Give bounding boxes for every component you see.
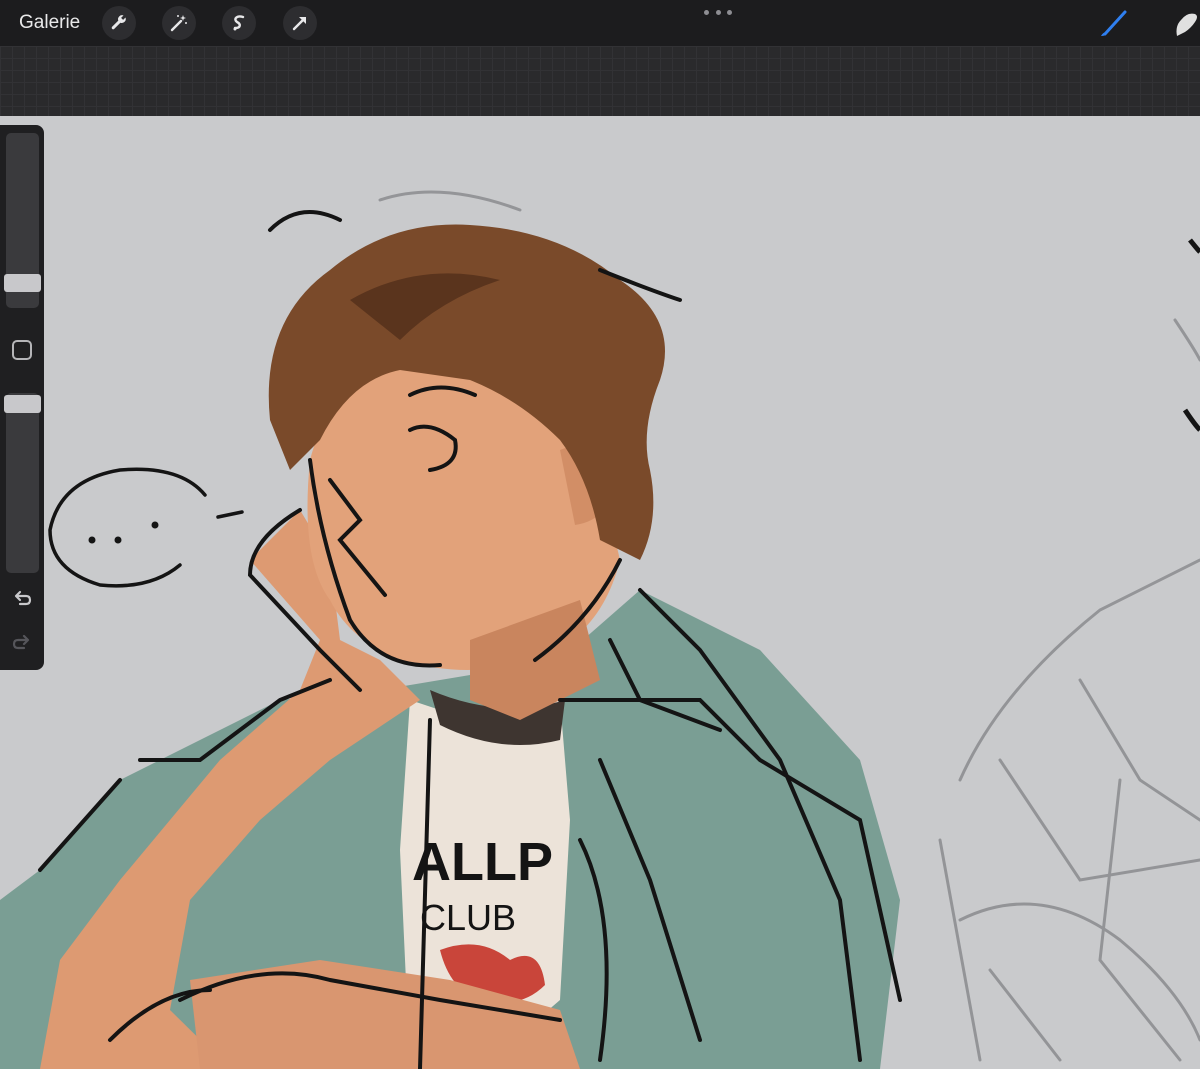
square-modifier-icon[interactable] bbox=[12, 340, 32, 360]
side-toolbar bbox=[0, 125, 44, 670]
smudge-icon[interactable] bbox=[1165, 6, 1200, 40]
gallery-button[interactable]: Galerie bbox=[19, 12, 80, 34]
drawing-canvas[interactable]: ALLP CLUB bbox=[0, 116, 1200, 1069]
speech-dot bbox=[114, 536, 122, 544]
top-toolbar: Galerie bbox=[0, 0, 1200, 46]
shirt-text-bottom: CLUB bbox=[420, 897, 516, 938]
speech-dot bbox=[88, 536, 96, 544]
undo-icon[interactable] bbox=[11, 587, 33, 609]
magic-wand-icon[interactable] bbox=[162, 6, 196, 40]
selection-icon[interactable] bbox=[222, 6, 256, 40]
transform-arrow-icon[interactable] bbox=[283, 6, 317, 40]
procreate-app: Galerie ALLP CLUB bbox=[0, 0, 1200, 1069]
speech-dot bbox=[151, 521, 159, 529]
speech-bubble bbox=[48, 467, 244, 588]
opacity-knob[interactable] bbox=[4, 395, 41, 413]
brush-size-knob[interactable] bbox=[4, 274, 41, 292]
brush-icon[interactable] bbox=[1095, 6, 1135, 40]
reference-grid bbox=[0, 46, 1200, 116]
wrench-icon[interactable] bbox=[102, 6, 136, 40]
opacity-slider[interactable] bbox=[6, 393, 39, 573]
ellipsis-icon[interactable] bbox=[704, 4, 732, 20]
redo-icon[interactable] bbox=[11, 631, 33, 653]
edge-line bbox=[1182, 408, 1200, 432]
edge-line bbox=[1188, 238, 1200, 254]
shirt-text-top: ALLP bbox=[412, 832, 553, 892]
artwork: ALLP CLUB bbox=[0, 190, 1200, 1069]
